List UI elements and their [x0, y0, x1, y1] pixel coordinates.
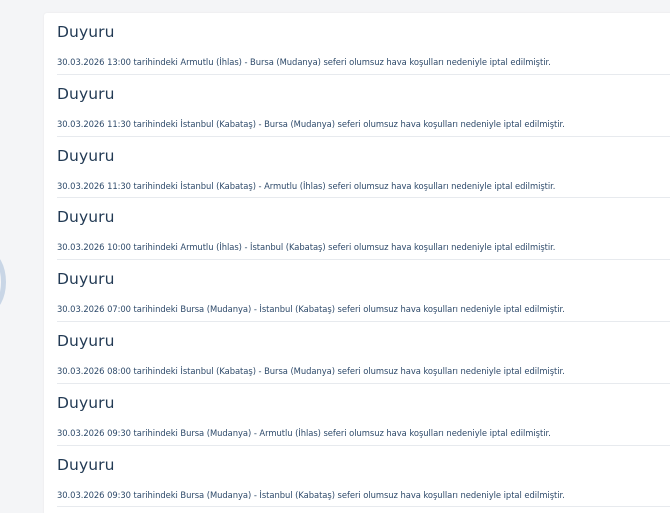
announcements-panel: Duyuru 30.03.2026 13:00 tarihindeki Armu… [44, 13, 670, 513]
announcement-item[interactable]: Duyuru 30.03.2026 11:30 tarihindeki İsta… [57, 137, 670, 199]
announcement-text: 30.03.2026 11:30 tarihindeki İstanbul (K… [57, 118, 565, 129]
announcement-item[interactable]: Duyuru 30.03.2026 09:30 tarihindeki Burs… [57, 446, 670, 508]
announcement-title: Duyuru [57, 84, 115, 103]
page: Duyuru 30.03.2026 13:00 tarihindeki Armu… [0, 0, 670, 513]
announcement-text: 30.03.2026 09:30 tarihindeki Bursa (Muda… [57, 427, 551, 438]
announcement-item[interactable]: Duyuru 30.03.2026 10:00 tarihindeki Armu… [57, 198, 670, 261]
announcement-text: 30.03.2026 08:00 tarihindeki İstanbul (K… [57, 365, 565, 376]
announcement-title: Duyuru [57, 270, 115, 289]
announcement-text: 30.03.2026 10:00 tarihindeki Armutlu (İh… [57, 242, 556, 253]
announcement-item[interactable]: Duyuru 30.03.2026 08:00 tarihindeki İsta… [57, 322, 670, 384]
announcement-list: Duyuru 30.03.2026 13:00 tarihindeki Armu… [57, 13, 670, 508]
announcement-text: 30.03.2026 11:30 tarihindeki İstanbul (K… [57, 180, 556, 191]
announcement-title: Duyuru [57, 455, 115, 474]
announcement-text: 30.03.2026 13:00 tarihindeki Armutlu (İh… [57, 57, 551, 67]
decorative-arc [0, 252, 6, 312]
announcement-title: Duyuru [57, 146, 115, 165]
announcement-title: Duyuru [57, 23, 115, 41]
announcement-title: Duyuru [57, 393, 115, 412]
announcement-title: Duyuru [57, 331, 115, 350]
announcement-item[interactable]: Duyuru 30.03.2026 07:00 tarihindeki Burs… [57, 260, 670, 322]
announcement-text: 30.03.2026 09:30 tarihindeki Bursa (Muda… [57, 489, 565, 500]
announcement-item[interactable]: Duyuru 30.03.2026 09:30 tarihindeki Burs… [57, 384, 670, 446]
announcement-item[interactable]: Duyuru 30.03.2026 13:00 tarihindeki Armu… [57, 13, 670, 75]
announcement-item[interactable]: Duyuru 30.03.2026 11:30 tarihindeki İsta… [57, 75, 670, 137]
announcement-text: 30.03.2026 07:00 tarihindeki Bursa (Muda… [57, 304, 565, 315]
announcement-title: Duyuru [57, 208, 115, 227]
